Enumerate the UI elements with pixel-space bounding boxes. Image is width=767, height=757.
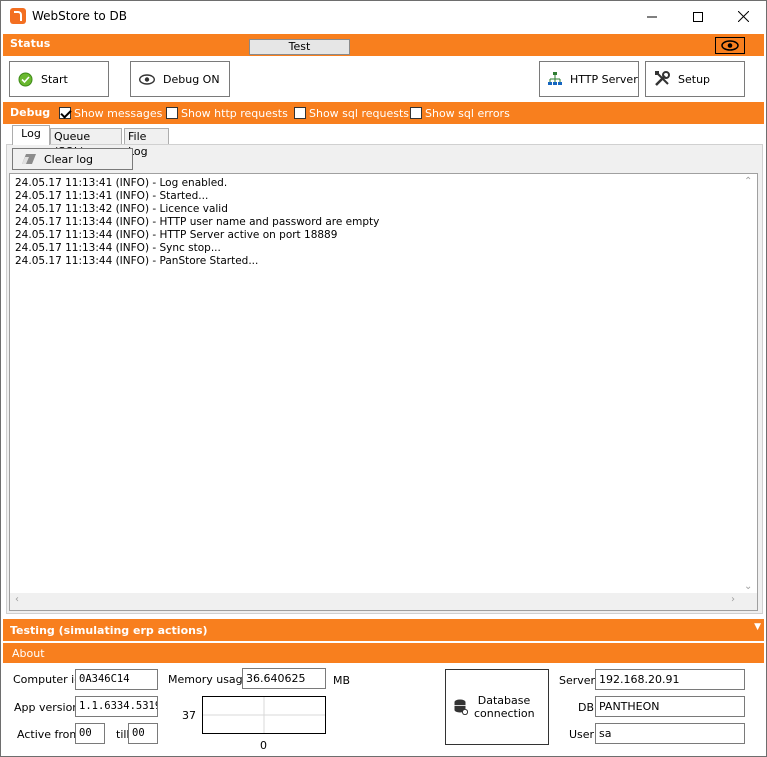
memory-unit-label: MB (333, 674, 351, 687)
chart-min-label: 0 (260, 739, 267, 752)
scroll-right-icon[interactable]: › (731, 594, 735, 605)
log-line: 24.05.17 11:13:41 (INFO) - Log enabled. (15, 177, 228, 189)
minimize-icon (647, 16, 657, 17)
close-icon (737, 11, 749, 22)
log-line: 24.05.17 11:13:44 (INFO) - PanStore Star… (15, 255, 259, 267)
testing-bar[interactable]: Testing (simulating erp actions) ▼ (3, 619, 764, 641)
setup-button-label: Setup (678, 72, 711, 86)
clear-log-button[interactable]: Clear log (12, 148, 133, 170)
tab-file-log[interactable]: File Log (124, 128, 169, 158)
memory-chart (202, 696, 326, 734)
debug-label: Debug (10, 106, 51, 119)
collapse-down-icon[interactable]: ▼ (754, 622, 761, 632)
chart-max-label: 37 (182, 709, 196, 722)
db-label: DB (578, 701, 595, 714)
scroll-up-icon[interactable]: ⌃ (744, 176, 752, 187)
check-circle-icon (18, 72, 33, 87)
db-field[interactable]: PANTHEON (595, 696, 745, 717)
checkbox-box[interactable] (59, 107, 71, 119)
checkbox-box[interactable] (410, 107, 422, 119)
checkbox-box[interactable] (294, 107, 306, 119)
maximize-button[interactable] (675, 1, 721, 32)
server-label: Server (559, 674, 596, 687)
close-button[interactable] (720, 1, 766, 32)
tab-log[interactable]: Log (12, 125, 50, 145)
status-bar: Status (3, 34, 764, 56)
tab-queue-sql[interactable]: Queue (SQL) (50, 128, 122, 158)
server-field[interactable]: 192.168.20.91 (595, 669, 745, 690)
start-button[interactable]: Start (9, 61, 109, 97)
eye-icon (721, 40, 739, 51)
computer-id-label: Computer id (13, 673, 82, 686)
user-field[interactable]: sa (595, 723, 745, 744)
vertical-scrollbar[interactable]: ⌃ ⌄ (740, 174, 757, 594)
till-field[interactable]: 00 (128, 723, 158, 744)
show-messages-checkbox[interactable]: Show messages (59, 106, 162, 120)
app-version-label: App version (14, 701, 80, 714)
database-connection-label: Database connection (474, 694, 535, 720)
show-sql-requests-label: Show sql requests (309, 106, 409, 120)
log-output[interactable]: 24.05.17 11:13:41 (INFO) - Log enabled. … (9, 173, 758, 611)
scroll-down-icon[interactable]: ⌄ (744, 581, 752, 592)
status-label: Status (10, 37, 51, 50)
log-line: 24.05.17 11:13:44 (INFO) - HTTP user nam… (15, 216, 380, 228)
show-http-requests-checkbox[interactable]: Show http requests (166, 106, 288, 120)
show-messages-label: Show messages (74, 106, 163, 120)
visibility-toggle-button[interactable] (715, 37, 745, 54)
app-logo-icon (10, 8, 26, 24)
memory-usage-label: Memory usage (168, 673, 250, 686)
maximize-icon (693, 11, 703, 22)
memory-chart-grid (203, 697, 325, 733)
active-from-label: Active from (17, 728, 81, 741)
http-server-button-label: HTTP Server (570, 72, 638, 86)
show-sql-errors-checkbox[interactable]: Show sql errors (410, 106, 510, 120)
testing-label: Testing (simulating erp actions) (10, 624, 208, 637)
log-line: 24.05.17 11:13:44 (INFO) - Sync stop... (15, 242, 221, 254)
test-button[interactable]: Test (249, 39, 350, 55)
scroll-left-icon[interactable]: ‹ (15, 594, 19, 605)
checkbox-box[interactable] (166, 107, 178, 119)
debug-button[interactable]: Debug ON (130, 61, 230, 97)
tools-icon (654, 71, 670, 87)
log-line: 24.05.17 11:13:41 (INFO) - Started... (15, 190, 209, 202)
debug-button-label: Debug ON (163, 72, 220, 86)
setup-button[interactable]: Setup (645, 61, 745, 97)
show-sql-errors-label: Show sql errors (425, 106, 510, 120)
show-http-requests-label: Show http requests (181, 106, 288, 120)
log-line: 24.05.17 11:13:44 (INFO) - HTTP Server a… (15, 229, 338, 241)
clear-log-label: Clear log (44, 152, 94, 166)
start-button-label: Start (41, 72, 68, 86)
about-bar[interactable]: About (3, 643, 764, 663)
active-from-field[interactable]: 00 (75, 723, 105, 744)
computer-id-field[interactable]: 0A346C14 (75, 669, 158, 690)
http-server-button[interactable]: HTTP Server (539, 61, 639, 97)
eraser-icon (22, 154, 36, 164)
window-title: WebStore to DB (32, 9, 128, 23)
eye-icon (139, 73, 155, 85)
minimize-button[interactable] (629, 1, 675, 32)
app-version-field[interactable]: 1.1.6334.53194 (75, 696, 158, 717)
database-icon (454, 699, 468, 715)
log-line: 24.05.17 11:13:42 (INFO) - Licence valid (15, 203, 228, 215)
about-label: About (12, 647, 45, 660)
user-label: User (569, 728, 595, 741)
title-bar: WebStore to DB (1, 1, 766, 32)
show-sql-requests-checkbox[interactable]: Show sql requests (294, 106, 409, 120)
network-icon (548, 72, 562, 86)
memory-usage-field[interactable]: 36.640625 (242, 668, 326, 689)
horizontal-scrollbar[interactable]: ‹ › (10, 593, 757, 610)
database-connection-button[interactable]: Database connection (445, 669, 549, 745)
app-window: WebStore to DB Status Test Start Debug O… (0, 0, 767, 757)
